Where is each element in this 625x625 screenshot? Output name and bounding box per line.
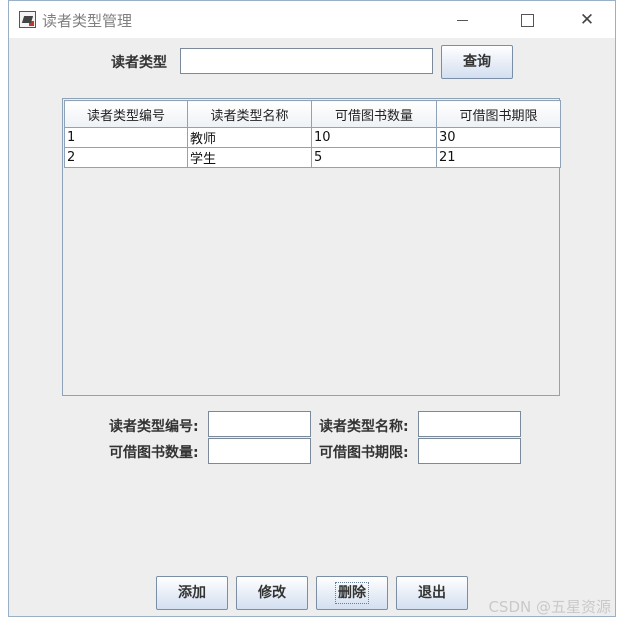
- add-button-label: 添加: [178, 585, 206, 601]
- search-label: 读者类型: [111, 55, 167, 71]
- table-cell[interactable]: 5: [311, 147, 437, 168]
- delete-button[interactable]: 删除: [316, 576, 388, 610]
- app-window: 读者类型管理 ✕ 读者类型 查询 读者类型编号 读者类型名称 可借图书数量 可借…: [8, 0, 616, 617]
- table-cell[interactable]: 10: [311, 127, 437, 148]
- reader-type-name-input[interactable]: [418, 411, 521, 437]
- delete-button-label: 删除: [335, 582, 369, 604]
- maximize-button[interactable]: [507, 6, 547, 34]
- window-title: 读者类型管理: [42, 12, 133, 30]
- column-header-period[interactable]: 可借图书期限: [436, 100, 561, 128]
- reader-type-id-input[interactable]: [208, 411, 311, 437]
- table-cell[interactable]: 30: [436, 127, 561, 148]
- borrow-period-input[interactable]: [418, 438, 521, 464]
- borrow-count-label: 可借图书数量:: [109, 445, 199, 461]
- table-cell[interactable]: 教师: [187, 127, 312, 148]
- column-header-name[interactable]: 读者类型名称: [187, 100, 312, 128]
- close-icon: ✕: [579, 10, 595, 30]
- table-row[interactable]: 1 教师 10 30: [64, 127, 561, 148]
- java-app-icon: [19, 11, 36, 28]
- edit-button[interactable]: 修改: [236, 576, 308, 610]
- table-cell[interactable]: 学生: [187, 147, 312, 168]
- watermark: CSDN @五星资源: [488, 598, 611, 616]
- exit-button[interactable]: 退出: [396, 576, 468, 610]
- table-header-row: 读者类型编号 读者类型名称 可借图书数量 可借图书期限: [64, 100, 561, 128]
- borrow-period-label: 可借图书期限:: [319, 445, 409, 461]
- exit-button-label: 退出: [418, 585, 446, 601]
- query-button-label: 查询: [463, 54, 491, 70]
- table-row[interactable]: 2 学生 5 21: [64, 147, 561, 168]
- title-bar: 读者类型管理 ✕: [9, 1, 615, 38]
- search-input[interactable]: [180, 48, 433, 74]
- reader-type-id-label: 读者类型编号:: [109, 419, 199, 435]
- minimize-button[interactable]: [442, 6, 482, 34]
- maximize-icon: [520, 13, 534, 27]
- column-header-count[interactable]: 可借图书数量: [311, 100, 437, 128]
- reader-type-table[interactable]: 读者类型编号 读者类型名称 可借图书数量 可借图书期限 1 教师 10 30 2…: [62, 98, 561, 396]
- edit-button-label: 修改: [258, 585, 286, 601]
- reader-type-name-label: 读者类型名称:: [319, 419, 409, 435]
- table-cell[interactable]: 21: [436, 147, 561, 168]
- borrow-count-input[interactable]: [208, 438, 311, 464]
- table-cell[interactable]: 2: [64, 147, 188, 168]
- table-cell[interactable]: 1: [64, 127, 188, 148]
- minimize-icon: [456, 19, 468, 21]
- add-button[interactable]: 添加: [156, 576, 228, 610]
- column-header-id[interactable]: 读者类型编号: [64, 100, 188, 128]
- query-button[interactable]: 查询: [441, 45, 513, 79]
- close-button[interactable]: ✕: [567, 6, 607, 34]
